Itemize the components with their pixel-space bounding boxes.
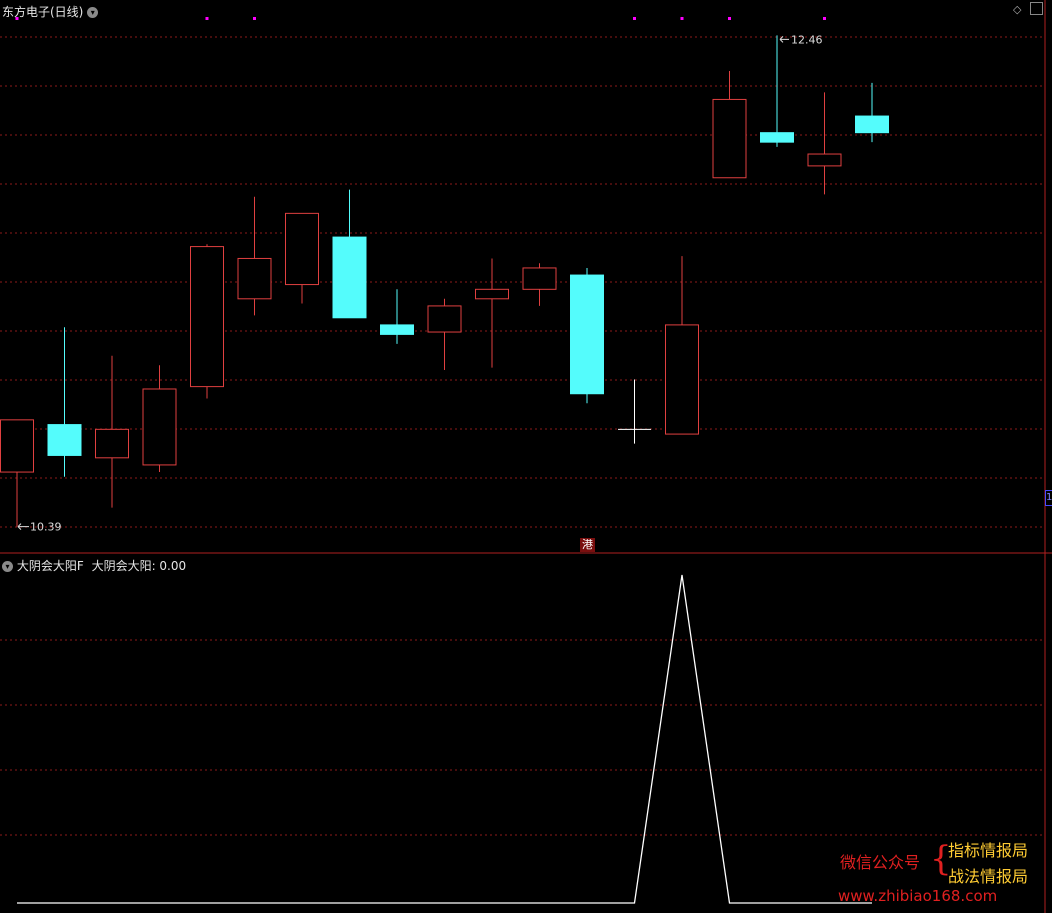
candle-body xyxy=(237,257,272,300)
chevron-down-icon[interactable]: ▾ xyxy=(87,7,99,18)
candle-body xyxy=(475,288,509,300)
candle-body xyxy=(332,236,367,319)
candle-body xyxy=(285,212,319,286)
candle-body xyxy=(380,324,414,335)
indicator-value: 大阴会大阳: 0.00 xyxy=(91,559,187,573)
stock-chart[interactable]: 12.46 10.39 xyxy=(0,0,1052,913)
indicator-header[interactable]: ▾ 大阴会大阳F 大阴会大阳: 0.00 xyxy=(2,557,186,574)
candle-body xyxy=(0,419,34,473)
chevron-down-icon[interactable]: ▾ xyxy=(2,561,13,572)
right-edge-tag: 1 xyxy=(1045,490,1052,506)
candle-body xyxy=(570,274,604,395)
watermark-wechat: 微信公众号 xyxy=(840,853,921,872)
diamond-icon[interactable]: ◇ xyxy=(1013,3,1021,16)
high-price-label: 12.46 xyxy=(791,33,823,46)
candle-body xyxy=(807,153,842,167)
indicator-name: 大阴会大阳F xyxy=(16,559,84,573)
candle-body xyxy=(142,388,177,466)
watermark-line2: 战法情报局 xyxy=(948,867,1029,886)
candlesticks[interactable] xyxy=(0,35,889,527)
signal-dot xyxy=(633,17,636,20)
candle-body xyxy=(47,424,82,456)
candle-body xyxy=(665,324,699,435)
low-price-label: 10.39 xyxy=(30,521,62,534)
candle-body xyxy=(712,98,747,179)
low-arrow xyxy=(17,523,29,530)
candle-body xyxy=(760,132,794,143)
signal-markers xyxy=(15,17,826,530)
signal-dot xyxy=(253,17,256,20)
indicator-panel[interactable] xyxy=(17,574,872,904)
signal-dot xyxy=(728,17,731,20)
watermark-url: www.zhibiao168.com xyxy=(838,887,998,905)
candle-body xyxy=(95,428,129,459)
candle-body xyxy=(190,246,224,388)
candle-body xyxy=(427,305,462,333)
candle-body xyxy=(522,267,557,290)
maximize-icon[interactable] xyxy=(1030,2,1043,15)
signal-dot xyxy=(205,17,209,20)
stock-title: 东方电子(日线) xyxy=(2,5,84,19)
indicator-line xyxy=(17,574,872,904)
signal-dot xyxy=(823,17,826,20)
candle-body xyxy=(855,115,889,134)
chart-title[interactable]: 东方电子(日线) ▾ xyxy=(2,3,99,20)
market-tag: 港 xyxy=(580,538,595,552)
signal-dot xyxy=(680,17,684,20)
watermark: 微信公众号 { 指标情报局 战法情报局 www.zhibiao168.com xyxy=(838,836,1048,908)
watermark-line1: 指标情报局 xyxy=(948,841,1029,860)
